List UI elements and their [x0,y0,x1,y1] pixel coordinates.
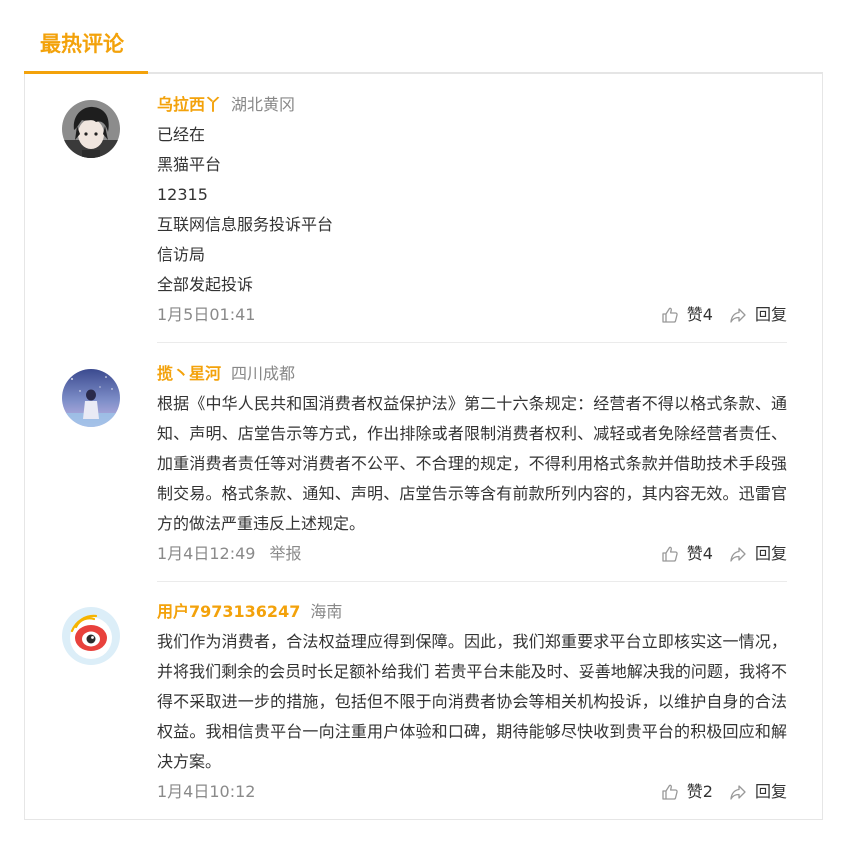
comment-timestamp: 1月5日01:41 [157,305,256,324]
dark-haired-boy-avatar-icon [62,100,120,158]
reply-label: 回复 [754,305,787,324]
reply-label: 回复 [754,544,787,563]
comment-text-line: 全部发起投诉 [157,275,254,294]
like-button[interactable]: 赞4 [661,539,713,569]
reply-button[interactable]: 回复 [729,777,787,807]
like-button[interactable]: 赞4 [661,300,713,330]
comment-text-line: 黑猫平台 [157,155,222,174]
reply-button[interactable]: 回复 [729,539,787,569]
comment-meta: 揽丶星河 四川成都 [157,359,787,389]
comment-list: 乌拉西丫 湖北黄冈 已经在 黑猫平台 12315 互联网信息服务投诉平台 信访局 … [24,74,823,820]
reply-button[interactable]: 回复 [729,300,787,330]
like-button[interactable]: 赞2 [661,777,713,807]
username-link[interactable]: 乌拉西丫 [157,95,221,114]
comment-timestamp: 1月4日12:49 [157,544,256,563]
reply-arrow-icon [730,308,746,323]
user-location: 湖北黄冈 [231,95,296,114]
comment-text-line: 12315 [157,185,208,204]
avatar[interactable] [62,100,120,158]
comment-footer: 1月4日12:49 举报 赞4 回复 [157,539,787,569]
thumbs-up-icon [662,307,678,323]
section-header: 最热评论 [24,20,823,74]
comment-actions: 赞2 回复 [645,777,787,807]
comment-meta: 乌拉西丫 湖北黄冈 [157,90,787,120]
thumbs-up-icon [662,546,678,562]
reply-label: 回复 [754,782,787,801]
comment-actions: 赞4 回复 [645,539,787,569]
comment-divider [157,342,787,343]
comment-timestamp: 1月4日10:12 [157,782,256,801]
comment-text-line: 信访局 [157,245,206,264]
avatar[interactable] [62,607,120,665]
user-location: 四川成都 [231,364,296,383]
starry-sky-avatar-icon [62,369,120,427]
like-count-label: 赞2 [686,782,713,801]
comment-text: 根据《中华人民共和国消费者权益保护法》第二十六条规定：经营者不得以格式条款、通知… [157,394,787,533]
comment-meta: 用户7973136247 海南 [157,597,787,627]
comment-footer: 1月4日10:12 赞2 回复 [157,777,787,807]
like-count-label: 赞4 [686,305,713,324]
avatar[interactable] [62,369,120,427]
comment-divider [157,581,787,582]
reply-arrow-icon [730,547,746,562]
username-link[interactable]: 揽丶星河 [157,364,221,383]
comment-text-line: 已经在 [157,125,206,144]
report-link[interactable]: 举报 [269,544,301,563]
user-location: 海南 [310,602,343,621]
thumbs-up-icon [662,784,678,800]
username-link[interactable]: 用户7973136247 [157,602,300,621]
hot-comments-title[interactable]: 最热评论 [24,20,148,74]
comment-text-line: 互联网信息服务投诉平台 [157,215,334,234]
comment-actions: 赞4 回复 [645,300,787,330]
like-count-label: 赞4 [686,544,713,563]
reply-arrow-icon [730,785,746,800]
weibo-default-avatar-icon [62,607,120,665]
comment-text: 我们作为消费者，合法权益理应得到保障。因此，我们郑重要求平台立即核实这一情况，并… [157,632,787,771]
comment-footer: 1月5日01:41 赞4 回复 [157,300,787,330]
